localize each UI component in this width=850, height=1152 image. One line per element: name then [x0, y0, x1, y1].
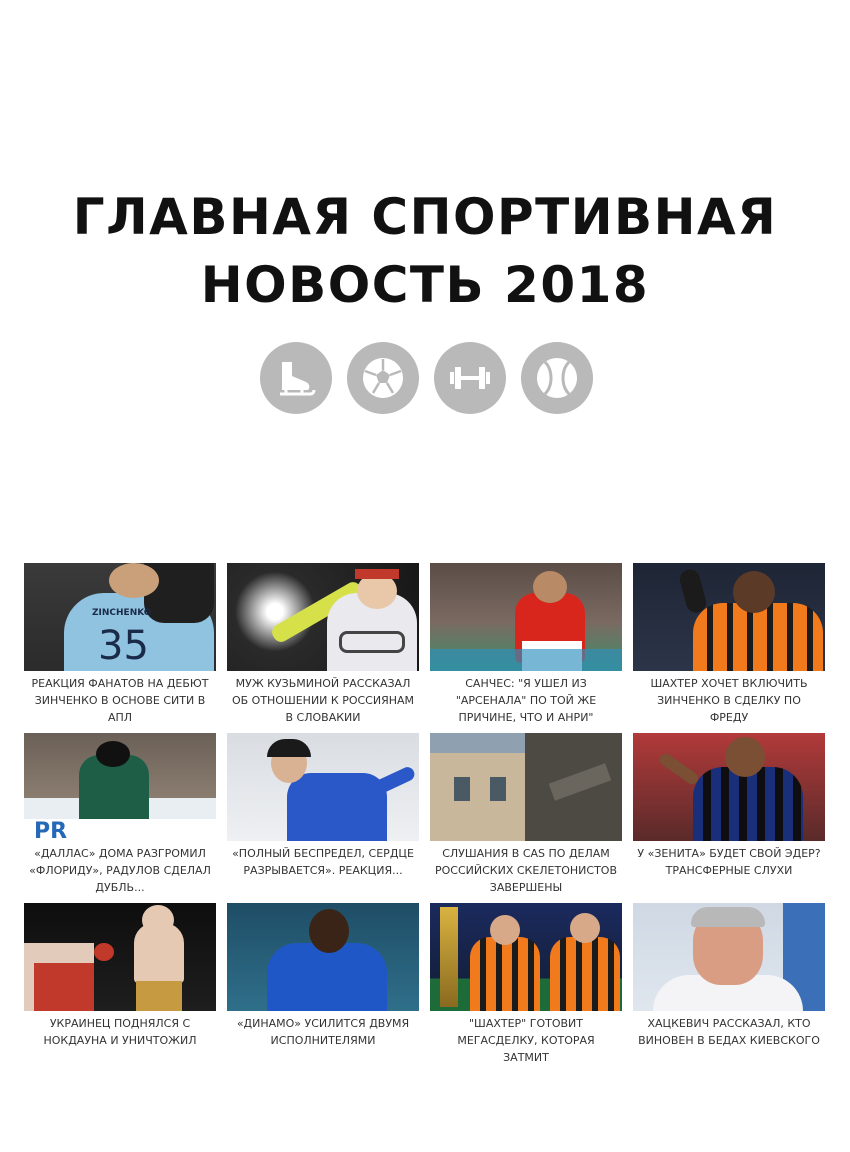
tennis-ball-icon[interactable] [521, 342, 593, 414]
news-card[interactable]: САНЧЕС: "Я УШЕЛ ИЗ "АРСЕНАЛА" ПО ТОЙ ЖЕ … [430, 563, 622, 733]
dumbbell-icon[interactable] [434, 342, 506, 414]
news-caption[interactable]: ХАЦКЕВИЧ РАССКАЗАЛ, КТО ВИНОВЕН В БЕДАХ … [633, 1015, 825, 1067]
news-card[interactable]: "ШАХТЕР" ГОТОВИТ МЕГАСДЕЛКУ, КОТОРАЯ ЗАТ… [430, 903, 622, 1073]
news-caption[interactable]: «ПОЛНЫЙ БЕСПРЕДЕЛ, СЕРДЦЕ РАЗРЫВАЕТСЯ». … [227, 845, 419, 897]
news-grid: ZINCHENKO 35 РЕАКЦИЯ ФАНАТОВ НА ДЕБЮТ ЗИ… [24, 563, 825, 1073]
news-photo [430, 563, 622, 671]
news-photo [633, 563, 825, 671]
news-card[interactable]: ШАХТЕР ХОЧЕТ ВКЛЮЧИТЬ ЗИНЧЕНКО В СДЕЛКУ … [633, 563, 825, 733]
title-line-1: ГЛАВНАЯ СПОРТИВНАЯ [72, 188, 778, 246]
news-card[interactable]: ХАЦКЕВИЧ РАССКАЗАЛ, КТО ВИНОВЕН В БЕДАХ … [633, 903, 825, 1073]
news-photo [227, 563, 419, 671]
news-caption[interactable]: У «ЗЕНИТА» БУДЕТ СВОЙ ЭДЕР? ТРАНСФЕРНЫЕ … [633, 845, 825, 897]
news-caption[interactable]: СЛУШАНИЯ В CAS ПО ДЕЛАМ РОССИЙСКИХ СКЕЛЕ… [430, 845, 622, 897]
news-caption[interactable]: УКРАИНЕЦ ПОДНЯЛСЯ С НОКДАУНА И УНИЧТОЖИЛ [24, 1015, 216, 1067]
news-card[interactable]: У «ЗЕНИТА» БУДЕТ СВОЙ ЭДЕР? ТРАНСФЕРНЫЕ … [633, 733, 825, 903]
news-card[interactable]: ZINCHENKO 35 РЕАКЦИЯ ФАНАТОВ НА ДЕБЮТ ЗИ… [24, 563, 216, 733]
news-card[interactable]: СЛУШАНИЯ В CAS ПО ДЕЛАМ РОССИЙСКИХ СКЕЛЕ… [430, 733, 622, 903]
news-caption[interactable]: РЕАКЦИЯ ФАНАТОВ НА ДЕБЮТ ЗИНЧЕНКО В ОСНО… [24, 675, 216, 727]
jersey-name: ZINCHENKO [92, 608, 152, 618]
news-photo [430, 733, 622, 841]
skate-icon[interactable] [260, 342, 332, 414]
news-card[interactable]: «ДИНАМО» УСИЛИТСЯ ДВУМЯ ИСПОЛНИТЕЛЯМИ [227, 903, 419, 1073]
news-photo [24, 903, 216, 1011]
news-photo [430, 903, 622, 1011]
title-line-2: НОВОСТЬ 2018 [200, 256, 650, 314]
news-caption[interactable]: «ДИНАМО» УСИЛИТСЯ ДВУМЯ ИСПОЛНИТЕЛЯМИ [227, 1015, 419, 1067]
news-card[interactable]: PR «ДАЛЛАС» ДОМА РАЗГРОМИЛ «ФЛОРИДУ», РА… [24, 733, 216, 903]
news-caption[interactable]: МУЖ КУЗЬМИНОЙ РАССКАЗАЛ ОБ ОТНОШЕНИИ К Р… [227, 675, 419, 727]
news-card[interactable]: УКРАИНЕЦ ПОДНЯЛСЯ С НОКДАУНА И УНИЧТОЖИЛ [24, 903, 216, 1073]
sport-icons-row [260, 342, 593, 414]
news-card[interactable]: МУЖ КУЗЬМИНОЙ РАССКАЗАЛ ОБ ОТНОШЕНИИ К Р… [227, 563, 419, 733]
news-photo [633, 903, 825, 1011]
news-card[interactable]: «ПОЛНЫЙ БЕСПРЕДЕЛ, СЕРДЦЕ РАЗРЫВАЕТСЯ». … [227, 733, 419, 903]
news-caption[interactable]: САНЧЕС: "Я УШЕЛ ИЗ "АРСЕНАЛА" ПО ТОЙ ЖЕ … [430, 675, 622, 727]
page-title: ГЛАВНАЯ СПОРТИВНАЯ НОВОСТЬ 2018 [0, 183, 850, 319]
news-caption[interactable]: "ШАХТЕР" ГОТОВИТ МЕГАСДЕЛКУ, КОТОРАЯ ЗАТ… [430, 1015, 622, 1067]
news-caption[interactable]: ШАХТЕР ХОЧЕТ ВКЛЮЧИТЬ ЗИНЧЕНКО В СДЕЛКУ … [633, 675, 825, 727]
news-caption[interactable]: «ДАЛЛАС» ДОМА РАЗГРОМИЛ «ФЛОРИДУ», РАДУЛ… [24, 845, 216, 897]
jersey-number: 35 [98, 623, 149, 669]
news-photo [227, 733, 419, 841]
news-photo: PR [24, 733, 216, 841]
news-photo: ZINCHENKO 35 [24, 563, 216, 671]
soccer-ball-icon[interactable] [347, 342, 419, 414]
news-photo [227, 903, 419, 1011]
news-photo [633, 733, 825, 841]
